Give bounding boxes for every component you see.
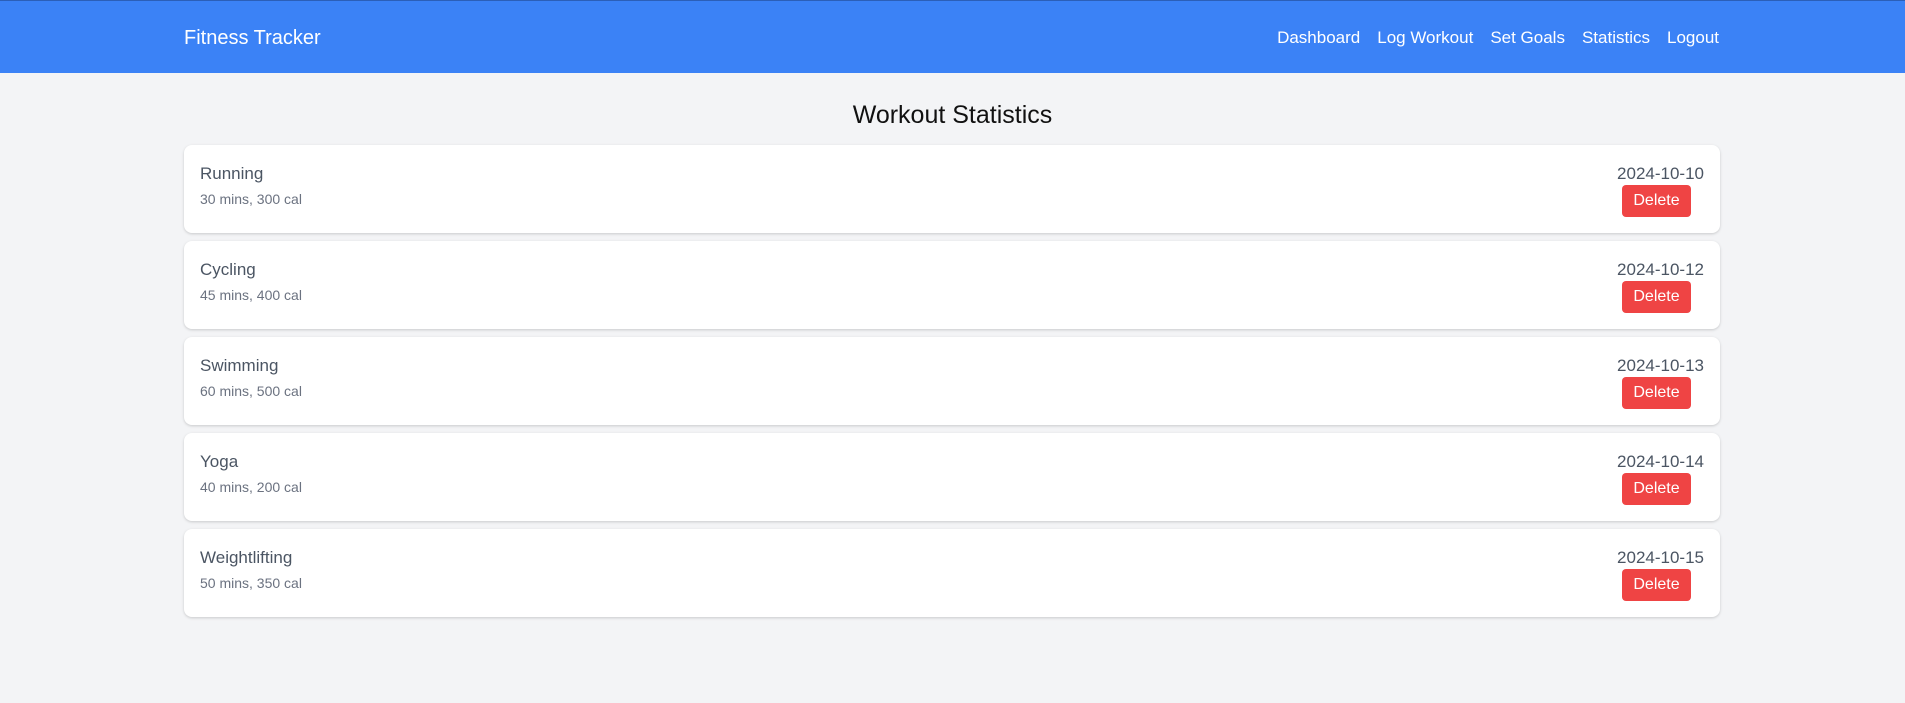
brand-title[interactable]: Fitness Tracker [184, 25, 321, 51]
workout-date: 2024-10-10 [1617, 164, 1704, 183]
delete-button[interactable]: Delete [1622, 473, 1691, 505]
workout-card: Yoga 40 mins, 200 cal 2024-10-14 Delete [184, 433, 1720, 521]
delete-button[interactable]: Delete [1622, 569, 1691, 601]
nav-links: Dashboard Log Workout Set Goals Statisti… [1260, 27, 1719, 49]
workout-detail: 45 mins, 400 cal [200, 287, 302, 303]
workout-card: Weightlifting 50 mins, 350 cal 2024-10-1… [184, 529, 1720, 617]
workout-card: Running 30 mins, 300 cal 2024-10-10 Dele… [184, 145, 1720, 233]
nav-link-set-goals[interactable]: Set Goals [1490, 27, 1565, 49]
workout-date: 2024-10-14 [1617, 452, 1704, 471]
delete-button[interactable]: Delete [1622, 281, 1691, 313]
workout-date: 2024-10-12 [1617, 260, 1704, 279]
workout-card: Cycling 45 mins, 400 cal 2024-10-12 Dele… [184, 241, 1720, 329]
nav-link-dashboard[interactable]: Dashboard [1277, 27, 1360, 49]
workout-name: Swimming [200, 356, 279, 375]
workout-name: Cycling [200, 260, 256, 279]
workout-detail: 40 mins, 200 cal [200, 479, 302, 495]
delete-button[interactable]: Delete [1622, 377, 1691, 409]
workout-name: Weightlifting [200, 548, 293, 567]
nav-link-statistics[interactable]: Statistics [1582, 27, 1650, 49]
workout-date: 2024-10-15 [1617, 548, 1704, 567]
delete-button[interactable]: Delete [1622, 185, 1691, 217]
workout-name: Yoga [200, 452, 239, 471]
workout-card: Swimming 60 mins, 500 cal 2024-10-13 Del… [184, 337, 1720, 425]
workout-list: Running 30 mins, 300 cal 2024-10-10 Dele… [184, 145, 1720, 625]
navbar: Fitness Tracker Dashboard Log Workout Se… [0, 0, 1905, 73]
page-title: Workout Statistics [852, 101, 1053, 129]
workout-detail: 50 mins, 350 cal [200, 575, 302, 591]
workout-detail: 30 mins, 300 cal [200, 191, 302, 207]
nav-link-log-workout[interactable]: Log Workout [1377, 27, 1473, 49]
workout-name: Running [200, 164, 264, 183]
workout-detail: 60 mins, 500 cal [200, 383, 302, 399]
workout-date: 2024-10-13 [1617, 356, 1704, 375]
nav-link-logout[interactable]: Logout [1667, 27, 1719, 49]
